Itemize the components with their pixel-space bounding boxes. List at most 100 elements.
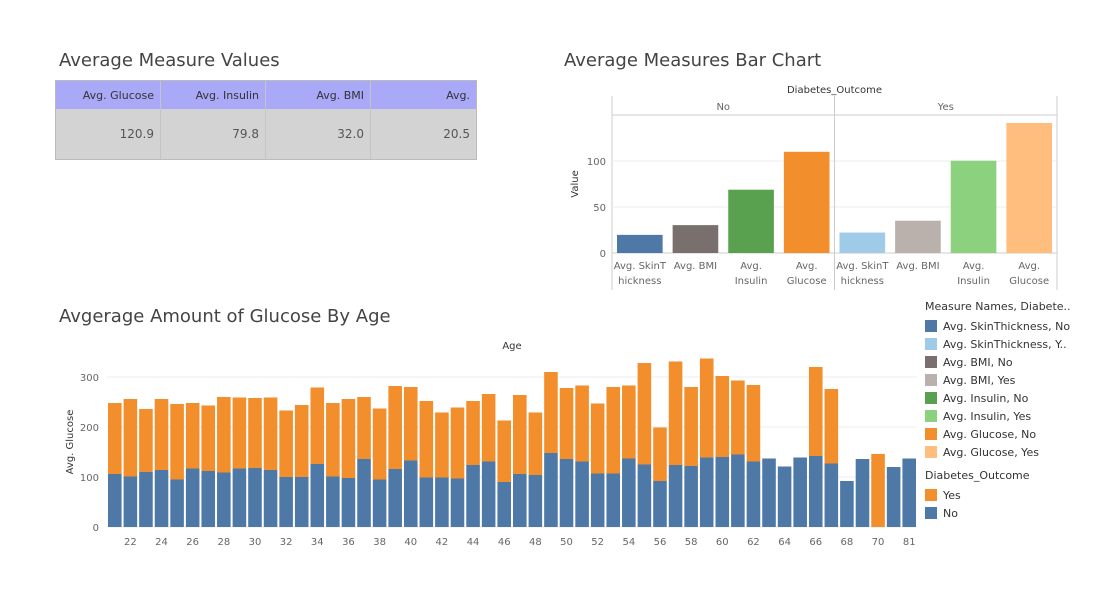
bar-no: [154, 470, 169, 527]
bar-yes: [248, 398, 262, 468]
bar-yes: [450, 407, 465, 479]
y-tick-label: 100: [587, 157, 606, 168]
bar-no: [123, 476, 138, 527]
bar-no: [108, 474, 122, 527]
bar-no: [497, 482, 511, 527]
bar-yes: [746, 385, 761, 462]
legend-item[interactable]: Avg. SkinThickness, No: [925, 317, 1105, 335]
x-tick-label: hickness: [618, 276, 661, 287]
x-tick-label: 42: [436, 537, 449, 548]
bar-yes: [559, 388, 574, 459]
x-tick-label: 30: [249, 537, 262, 548]
x-tick-label: Glucose: [1009, 276, 1049, 287]
x-tick-label: 70: [872, 537, 885, 548]
bar: [672, 225, 719, 253]
x-tick-label: 62: [747, 537, 760, 548]
x-tick-label: 34: [311, 537, 324, 548]
summary-value[interactable]: 20.5: [371, 109, 476, 159]
legend-label: Avg. SkinThickness, Y..: [943, 337, 1067, 351]
legend-items-outcome: Yes No: [925, 486, 1105, 522]
bar-yes: [684, 387, 698, 466]
x-tick-label: 48: [529, 537, 542, 548]
bar-no: [372, 479, 387, 527]
measures-bar-chart: Diabetes_Outcome 0 50 100 Value No Avg. SkinT h…: [570, 85, 1058, 290]
legend-label: No: [943, 506, 958, 520]
x-tick-label: Avg.: [740, 261, 762, 272]
legend-item[interactable]: Avg. Glucose, Yes: [925, 443, 1105, 461]
bar-no: [762, 458, 776, 527]
bar-no: [419, 477, 434, 527]
bar-no: [403, 460, 418, 527]
y-axis-label: Value: [570, 170, 581, 197]
bar-yes: [590, 403, 605, 474]
legend-title-outcome: Diabetes_Outcome: [925, 469, 1030, 482]
bar-no: [357, 459, 371, 527]
summary-table: Avg. Glucose 120.9 Avg. Insulin 79.8 Avg…: [55, 80, 477, 160]
x-tick-label: Avg. SkinT: [614, 261, 667, 272]
summary-value[interactable]: 32.0: [266, 109, 370, 159]
bar-yes: [466, 401, 480, 465]
bar-no: [793, 457, 807, 527]
legend-swatch: [925, 489, 937, 501]
bar-yes: [653, 427, 667, 481]
bar-no: [808, 456, 823, 527]
bar: [617, 234, 663, 253]
bar-yes: [871, 454, 885, 527]
summary-value[interactable]: 120.9: [56, 109, 160, 159]
bar-no: [668, 465, 683, 527]
x-tick-label: 46: [498, 537, 511, 548]
summary-value[interactable]: 79.8: [161, 109, 265, 159]
x-tick-label: 58: [685, 537, 698, 548]
x-tick-label: 50: [560, 537, 573, 548]
y-tick-label: 200: [80, 423, 99, 434]
age-chart-title: Avgerage Amount of Glucose By Age: [59, 306, 391, 327]
bar-yes: [435, 412, 449, 478]
y-tick-label: 50: [593, 203, 606, 214]
bar-yes: [170, 404, 184, 480]
legend-swatch: [925, 320, 937, 332]
legend-item[interactable]: No: [925, 504, 1105, 522]
x-tick-label: 60: [716, 537, 729, 548]
legend-label: Avg. BMI, No: [943, 355, 1013, 369]
bar-no: [279, 477, 293, 527]
glucose-by-age-chart: Age 0 100 200 300 Avg. Glucose 22 24 26 28 30 32 34 3…: [65, 341, 917, 548]
legend-item[interactable]: Avg. BMI, No: [925, 353, 1105, 371]
bar-no: [513, 474, 527, 527]
legend-label: Avg. SkinThickness, No: [943, 319, 1071, 333]
bar-no: [824, 463, 839, 527]
legend-item[interactable]: Avg. Insulin, Yes: [925, 407, 1105, 425]
summary-header[interactable]: Avg. SkinThickness: [371, 81, 476, 132]
bar-no: [450, 478, 465, 527]
x-tick-label: 52: [591, 537, 604, 548]
bar: [728, 189, 774, 253]
bar-no: [699, 457, 714, 527]
panel-header: No: [716, 102, 730, 113]
bar-no: [326, 476, 340, 527]
summary-header[interactable]: Avg. Glucose: [56, 81, 160, 109]
bar-yes: [824, 389, 839, 464]
bar-yes: [279, 410, 293, 477]
x-tick-label: 40: [404, 537, 417, 548]
bar-no: [855, 459, 870, 527]
bar-no: [294, 477, 309, 527]
legend-item[interactable]: Avg. Insulin, No: [925, 389, 1105, 407]
y-tick-label: 100: [80, 473, 99, 484]
summary-header[interactable]: Avg. BMI: [266, 81, 370, 109]
summary-header[interactable]: Avg. Insulin: [161, 81, 265, 109]
bar-yes: [575, 385, 589, 462]
legend-item[interactable]: Yes: [925, 486, 1105, 504]
legend-item[interactable]: Avg. SkinThickness, Y..: [925, 335, 1105, 353]
legend-swatch: [925, 446, 937, 458]
legend-item[interactable]: Avg. BMI, Yes: [925, 371, 1105, 389]
bar: [783, 151, 830, 253]
bar-no: [715, 457, 730, 527]
x-tick-label: 66: [809, 537, 822, 548]
bar-no: [341, 478, 356, 527]
legend: Measure Names, Diabete.. Avg. SkinThickn…: [925, 300, 1105, 522]
bar-yes: [310, 387, 325, 464]
legend-items: Avg. SkinThickness, No Avg. SkinThickness…: [925, 317, 1105, 461]
summary-column: Avg. Insulin 79.8: [161, 81, 266, 159]
bar-no: [777, 466, 792, 527]
legend-item[interactable]: Avg. Glucose, No: [925, 425, 1105, 443]
bar-yes: [154, 399, 169, 470]
